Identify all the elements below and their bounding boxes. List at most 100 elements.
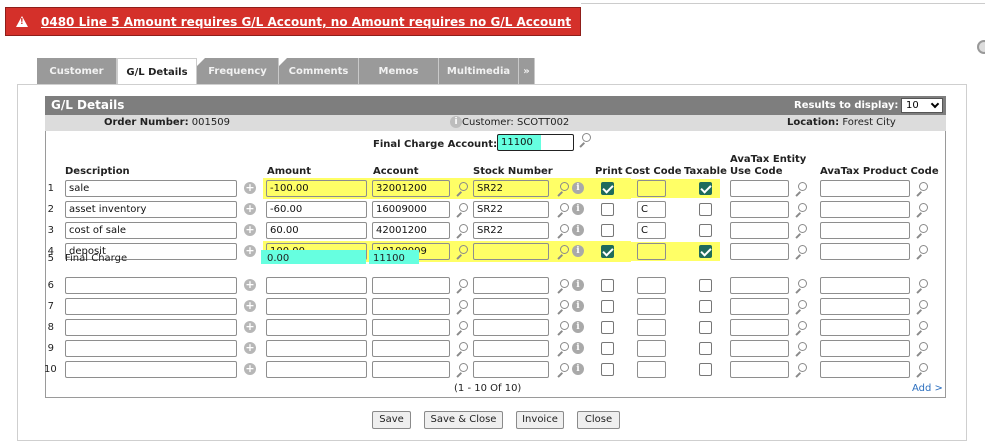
info-icon[interactable]: i	[572, 203, 584, 215]
avatax-product-code-input[interactable]	[820, 180, 910, 197]
add-circle-icon[interactable]: +	[244, 363, 256, 375]
info-icon[interactable]: i	[450, 116, 462, 128]
search-icon[interactable]	[578, 133, 591, 146]
search-icon[interactable]	[455, 279, 468, 292]
stock-number-input[interactable]	[473, 243, 549, 260]
account-input[interactable]	[372, 340, 450, 357]
amount-input[interactable]	[266, 298, 367, 315]
description-input[interactable]: asset inventory	[65, 201, 237, 218]
print-checkbox[interactable]	[601, 182, 614, 195]
description-input[interactable]	[65, 361, 237, 378]
search-icon[interactable]	[794, 342, 807, 355]
add-link[interactable]: Add >	[912, 383, 943, 394]
search-icon[interactable]	[556, 203, 569, 216]
cost-code-input[interactable]	[637, 298, 666, 315]
add-circle-icon[interactable]: +	[244, 321, 256, 333]
amount-input[interactable]: -100.00	[266, 180, 367, 197]
amount-input[interactable]: -60.00	[266, 201, 367, 218]
help-icon[interactable]	[977, 40, 985, 54]
save-button[interactable]: Save	[372, 411, 411, 429]
description-input[interactable]: sale	[65, 180, 237, 197]
search-icon[interactable]	[455, 203, 468, 216]
search-icon[interactable]	[794, 245, 807, 258]
avatax-product-code-input[interactable]	[820, 340, 910, 357]
tab-multimedia[interactable]: Multimedia	[439, 58, 519, 84]
search-icon[interactable]	[455, 224, 468, 237]
final-charge-account-input[interactable]: 11100	[497, 134, 574, 151]
tab-customer[interactable]: Customer	[37, 58, 117, 84]
account-input[interactable]: 16009000	[372, 201, 450, 218]
avatax-use-code-input[interactable]	[730, 243, 789, 260]
avatax-use-code-input[interactable]	[730, 277, 789, 294]
tab-comments[interactable]: Comments	[279, 58, 359, 84]
stock-number-input[interactable]: SR22	[473, 180, 549, 197]
description-input[interactable]	[65, 298, 237, 315]
cost-code-input[interactable]	[637, 243, 666, 260]
search-icon[interactable]	[556, 279, 569, 292]
stock-number-input[interactable]: SR22	[473, 201, 549, 218]
account-input[interactable]	[372, 298, 450, 315]
taxable-checkbox[interactable]	[699, 279, 712, 292]
search-icon[interactable]	[915, 245, 928, 258]
close-button[interactable]: Close	[577, 411, 620, 429]
search-icon[interactable]	[556, 300, 569, 313]
search-icon[interactable]	[915, 182, 928, 195]
account-input[interactable]	[372, 319, 450, 336]
description-input[interactable]	[65, 277, 237, 294]
search-icon[interactable]	[794, 279, 807, 292]
search-icon[interactable]	[794, 321, 807, 334]
cost-code-input[interactable]	[637, 361, 666, 378]
cost-code-input[interactable]	[637, 319, 666, 336]
account-input[interactable]: 32001200	[372, 180, 450, 197]
search-icon[interactable]	[455, 245, 468, 258]
description-input[interactable]	[65, 319, 237, 336]
avatax-use-code-input[interactable]	[730, 340, 789, 357]
print-checkbox[interactable]	[601, 321, 614, 334]
print-checkbox[interactable]	[601, 342, 614, 355]
search-icon[interactable]	[915, 321, 928, 334]
search-icon[interactable]	[556, 182, 569, 195]
amount-input[interactable]	[266, 340, 367, 357]
taxable-checkbox[interactable]	[699, 224, 712, 237]
add-circle-icon[interactable]: +	[244, 279, 256, 291]
add-circle-icon[interactable]: +	[244, 342, 256, 354]
search-icon[interactable]	[455, 321, 468, 334]
avatax-use-code-input[interactable]	[730, 361, 789, 378]
info-icon[interactable]: i	[572, 363, 584, 375]
taxable-checkbox[interactable]	[699, 363, 712, 376]
account-input[interactable]	[372, 361, 450, 378]
search-icon[interactable]	[556, 342, 569, 355]
search-icon[interactable]	[915, 224, 928, 237]
print-checkbox[interactable]	[601, 245, 614, 258]
add-circle-icon[interactable]: +	[244, 182, 256, 194]
info-icon[interactable]: i	[572, 321, 584, 333]
description-input[interactable]: cost of sale	[65, 222, 237, 239]
search-icon[interactable]	[915, 300, 928, 313]
stock-number-input[interactable]	[473, 340, 549, 357]
stock-number-input[interactable]	[473, 361, 549, 378]
print-checkbox[interactable]	[601, 300, 614, 313]
taxable-checkbox[interactable]	[699, 203, 712, 216]
stock-number-input[interactable]	[473, 319, 549, 336]
stock-number-input[interactable]	[473, 298, 549, 315]
avatax-use-code-input[interactable]	[730, 298, 789, 315]
print-checkbox[interactable]	[601, 279, 614, 292]
tab-memos[interactable]: Memos	[359, 58, 439, 84]
invoice-button[interactable]: Invoice	[516, 411, 564, 429]
amount-input[interactable]: 60.00	[266, 222, 367, 239]
cost-code-input[interactable]	[637, 340, 666, 357]
avatax-product-code-input[interactable]	[820, 319, 910, 336]
avatax-product-code-input[interactable]	[820, 222, 910, 239]
avatax-product-code-input[interactable]	[820, 277, 910, 294]
info-icon[interactable]: i	[572, 342, 584, 354]
search-icon[interactable]	[794, 182, 807, 195]
amount-input[interactable]	[266, 361, 367, 378]
add-circle-icon[interactable]: +	[244, 224, 256, 236]
cost-code-input[interactable]	[637, 277, 666, 294]
avatax-product-code-input[interactable]	[820, 361, 910, 378]
taxable-checkbox[interactable]	[699, 300, 712, 313]
search-icon[interactable]	[556, 363, 569, 376]
search-icon[interactable]	[915, 342, 928, 355]
search-icon[interactable]	[455, 342, 468, 355]
print-checkbox[interactable]	[601, 203, 614, 216]
